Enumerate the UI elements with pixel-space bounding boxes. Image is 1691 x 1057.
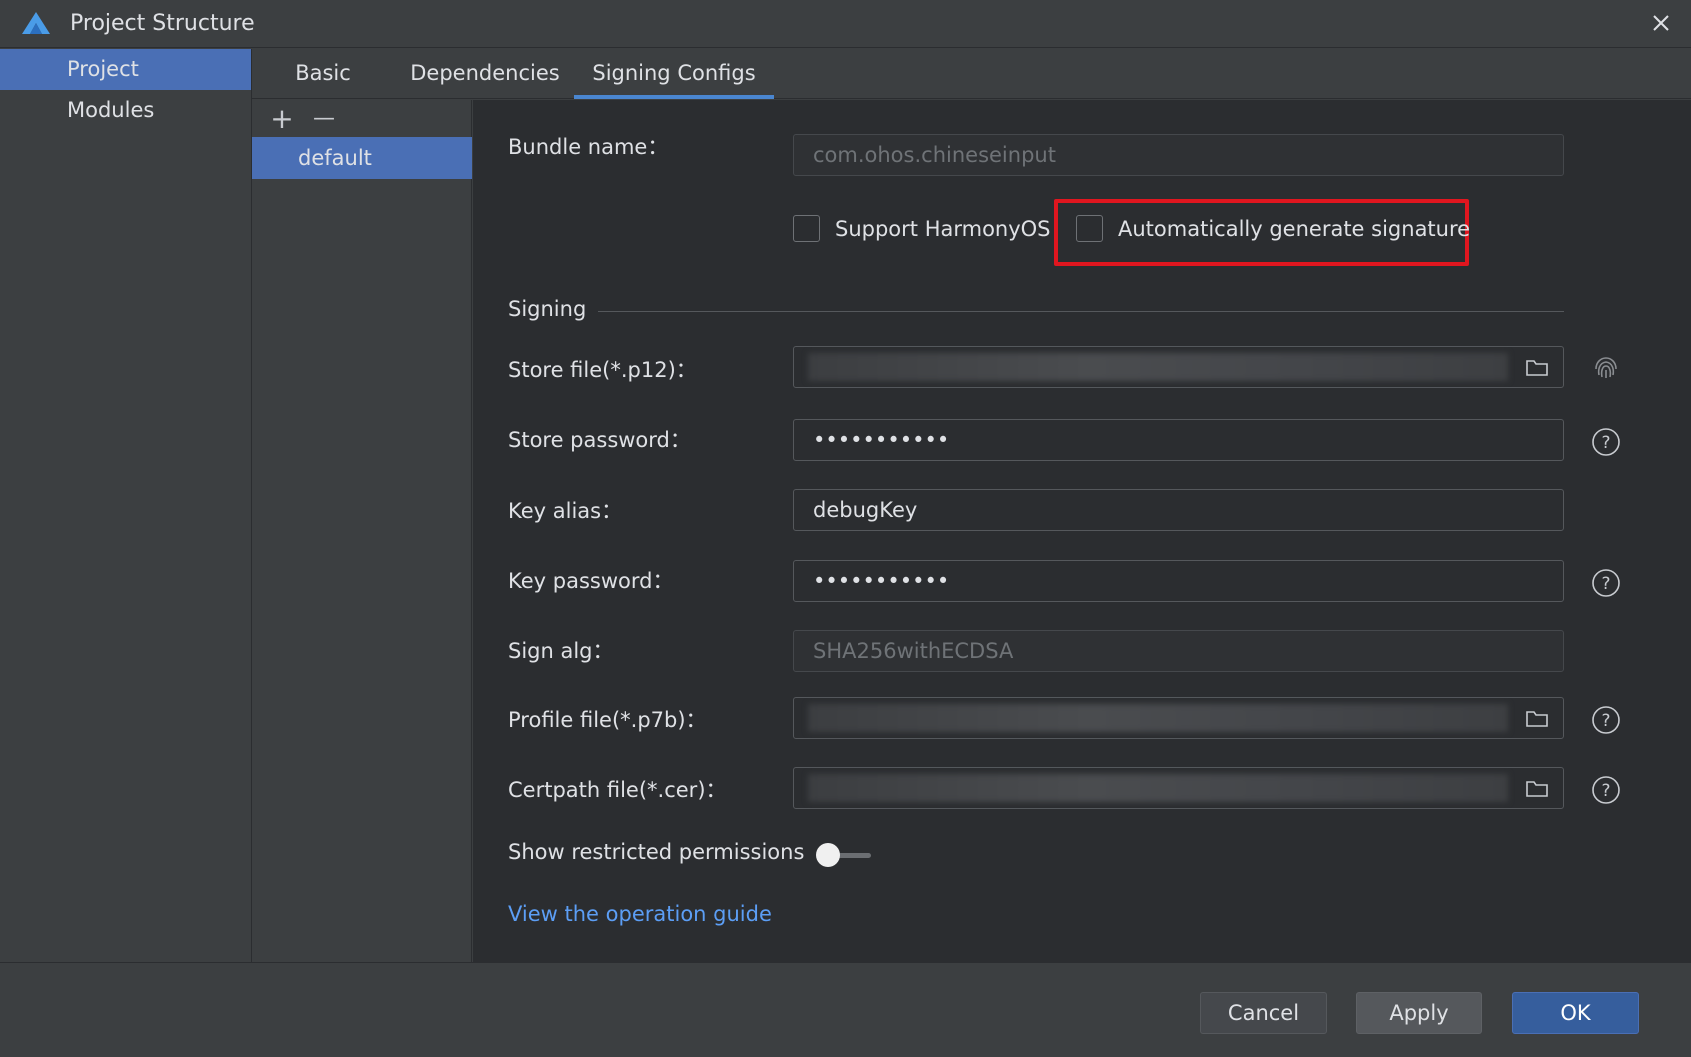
- restricted-permissions-toggle[interactable]: [813, 842, 875, 868]
- section-divider: [598, 311, 1564, 312]
- sign-alg-field: SHA256withECDSA: [793, 630, 1564, 672]
- redacted-path: [808, 774, 1508, 802]
- svg-text:?: ?: [1601, 711, 1610, 731]
- operation-guide-link[interactable]: View the operation guide: [508, 902, 772, 926]
- title-bar: Project Structure: [0, 0, 1691, 48]
- svg-text:?: ?: [1601, 433, 1610, 453]
- ok-button[interactable]: OK: [1512, 992, 1639, 1034]
- redacted-path: [808, 704, 1508, 732]
- key-alias-field[interactable]: debugKey: [793, 489, 1564, 531]
- store-password-label: Store password：: [508, 428, 691, 452]
- signing-config-list: + — default: [252, 100, 472, 962]
- bundle-name-label: Bundle name：: [508, 135, 669, 159]
- sign-alg-label: Sign alg：: [508, 639, 614, 663]
- fingerprint-icon[interactable]: [1591, 353, 1621, 383]
- auto-generate-signature-checkbox[interactable]: [1076, 215, 1103, 242]
- support-harmonyos-label: Support HarmonyOS: [835, 217, 1051, 241]
- signing-config-form: Bundle name： com.ohos.chineseinput Suppo…: [473, 100, 1691, 962]
- sidebar: Project Modules: [0, 49, 252, 962]
- folder-icon[interactable]: [1525, 356, 1549, 378]
- cancel-button[interactable]: Cancel: [1200, 992, 1327, 1034]
- restricted-permissions-label: Show restricted permissions: [508, 840, 805, 864]
- certpath-file-field[interactable]: [793, 767, 1564, 809]
- sidebar-item-modules[interactable]: Modules: [0, 90, 251, 131]
- remove-config-button[interactable]: —: [310, 106, 338, 134]
- window-title: Project Structure: [70, 11, 255, 36]
- bundle-name-field: com.ohos.chineseinput: [793, 134, 1564, 176]
- signing-section-title: Signing: [508, 297, 587, 321]
- toggle-knob: [816, 843, 840, 867]
- key-password-label: Key password：: [508, 569, 674, 593]
- folder-icon[interactable]: [1525, 777, 1549, 799]
- key-password-field[interactable]: •••••••••••: [793, 560, 1564, 602]
- profile-file-field[interactable]: [793, 697, 1564, 739]
- sidebar-item-label: Modules: [67, 98, 155, 122]
- tab-bar: Basic Info Dependencies Signing Configs: [252, 49, 1691, 133]
- sidebar-item-project[interactable]: Project: [0, 49, 251, 90]
- store-file-label: Store file(*.p12)：: [508, 358, 697, 382]
- profile-file-label: Profile file(*.p7b)：: [508, 708, 707, 732]
- config-item-default[interactable]: default: [252, 137, 472, 179]
- support-harmonyos-checkbox[interactable]: [793, 215, 820, 242]
- project-structure-dialog: Project Structure Project Modules Basic …: [0, 0, 1691, 1057]
- tab-dependencies[interactable]: Dependencies: [410, 49, 560, 99]
- auto-generate-signature-label: Automatically generate signature: [1118, 217, 1471, 241]
- svg-text:?: ?: [1601, 781, 1610, 801]
- folder-icon[interactable]: [1525, 707, 1549, 729]
- app-logo-icon: [22, 12, 50, 34]
- help-icon[interactable]: ?: [1591, 568, 1621, 598]
- tab-signing-configs[interactable]: Signing Configs: [574, 49, 774, 99]
- certpath-file-label: Certpath file(*.cer)：: [508, 778, 727, 802]
- dialog-footer: Cancel Apply OK: [0, 962, 1691, 1057]
- redacted-path: [808, 353, 1508, 381]
- svg-text:?: ?: [1601, 574, 1610, 594]
- help-icon[interactable]: ?: [1591, 427, 1621, 457]
- help-icon[interactable]: ?: [1591, 705, 1621, 735]
- help-icon[interactable]: ?: [1591, 775, 1621, 805]
- apply-button[interactable]: Apply: [1356, 992, 1482, 1034]
- store-password-field[interactable]: •••••••••••: [793, 419, 1564, 461]
- close-icon[interactable]: [1648, 10, 1674, 36]
- add-config-button[interactable]: +: [268, 105, 296, 134]
- store-file-field[interactable]: [793, 346, 1564, 388]
- tab-basic-info[interactable]: Basic Info: [272, 49, 374, 133]
- sidebar-item-label: Project: [67, 57, 139, 81]
- key-alias-label: Key alias：: [508, 499, 623, 523]
